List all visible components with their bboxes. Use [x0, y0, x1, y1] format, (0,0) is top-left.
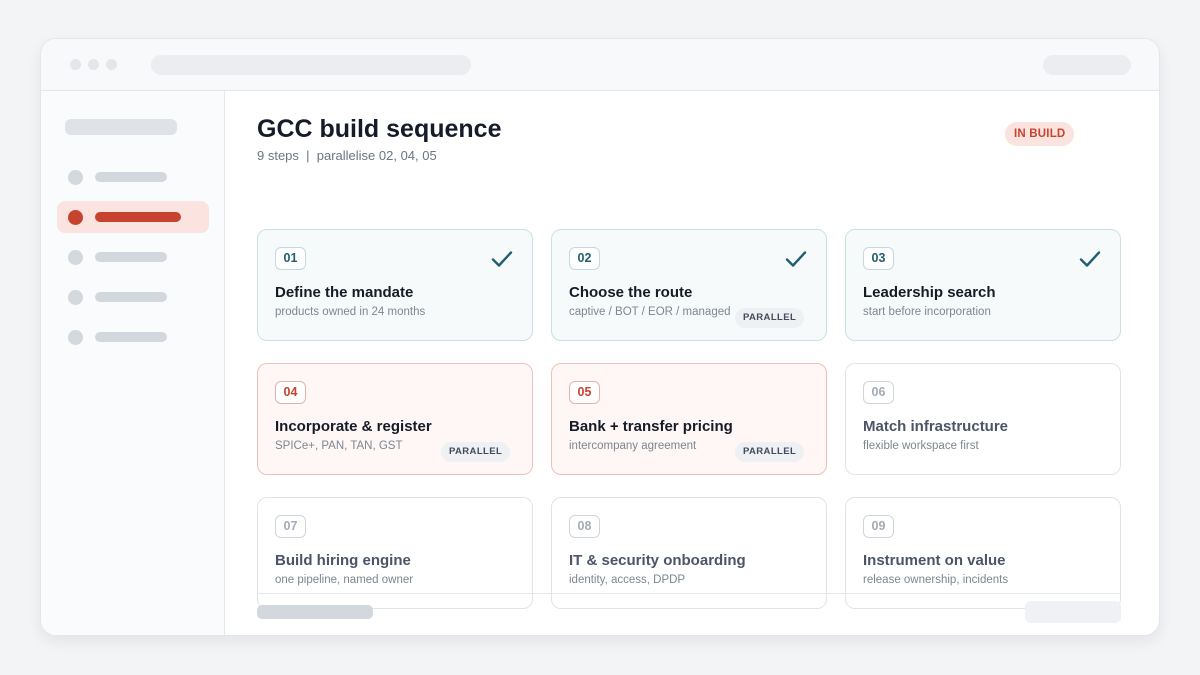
step-number: 02	[569, 247, 600, 270]
sidebar-item[interactable]	[57, 241, 209, 273]
sidebar-item-dot-icon	[68, 330, 83, 345]
step-description: one pipeline, named owner	[275, 574, 414, 586]
sidebar-item[interactable]	[57, 321, 209, 353]
page-title: GCC build sequence	[257, 115, 502, 143]
sidebar	[41, 91, 225, 635]
window-maximize-dot[interactable]	[106, 59, 117, 70]
step-card[interactable]: 04 Incorporate & register SPICe+, PAN, TAN…	[257, 363, 533, 475]
step-number: 01	[275, 247, 306, 270]
sidebar-item-dot-icon	[68, 170, 83, 185]
step-description: intercompany agreement	[569, 440, 697, 452]
step-description: flexible workspace first	[863, 440, 979, 452]
step-title: Match infrastructure	[863, 418, 1009, 435]
sidebar-item-dot-icon	[68, 210, 83, 225]
step-number: 08	[569, 515, 600, 538]
step-description: release ownership, incidents	[863, 574, 1009, 586]
sidebar-item-label-placeholder	[95, 252, 167, 262]
step-number: 07	[275, 515, 306, 538]
app-window: GCC build sequence 9 steps | parallelise…	[40, 38, 1160, 636]
parallel-badge: PARALLEL	[735, 442, 805, 462]
parallel-badge: PARALLEL	[735, 308, 805, 328]
title-bar-button[interactable]	[1043, 55, 1131, 75]
sidebar-item-dot-icon	[68, 250, 83, 265]
sidebar-item-dot-icon	[68, 290, 83, 305]
step-number: 09	[863, 515, 894, 538]
address-bar[interactable]	[151, 55, 471, 75]
sidebar-item[interactable]	[57, 281, 209, 313]
step-description: captive / BOT / EOR / managed	[569, 306, 731, 318]
sidebar-heading-placeholder	[65, 119, 177, 135]
footer-text-placeholder	[257, 605, 373, 619]
check-icon	[491, 251, 513, 267]
title-bar	[41, 39, 1159, 91]
window-close-dot[interactable]	[70, 59, 81, 70]
sidebar-item[interactable]	[57, 161, 209, 193]
sidebar-item-label-placeholder	[95, 172, 167, 182]
step-description: products owned in 24 months	[275, 306, 426, 318]
step-number: 05	[569, 381, 600, 404]
parallel-badge: PARALLEL	[441, 442, 511, 462]
check-icon	[785, 251, 807, 267]
step-title: Leadership search	[863, 284, 996, 301]
window-minimize-dot[interactable]	[88, 59, 99, 70]
page-subtitle: 9 steps | parallelise 02, 04, 05	[257, 148, 437, 163]
status-badge: IN BUILD	[1005, 122, 1075, 146]
sidebar-item-active[interactable]	[57, 201, 209, 233]
step-card[interactable]: 06 Match infrastructure flexible workspace…	[845, 363, 1121, 475]
step-number: 06	[863, 381, 894, 404]
step-card[interactable]: 01 Define the mandate products owned in 24…	[257, 229, 533, 341]
sidebar-item-label-placeholder	[95, 332, 167, 342]
step-title: Instrument on value	[863, 552, 1006, 569]
step-description: identity, access, DPDP	[569, 574, 686, 586]
step-description: start before incorporation	[863, 306, 991, 318]
step-title: Bank + transfer pricing	[569, 418, 733, 435]
step-title: Define the mandate	[275, 284, 414, 301]
step-description: SPICe+, PAN, TAN, GST	[275, 440, 403, 452]
step-number: 04	[275, 381, 306, 404]
step-title: IT & security onboarding	[569, 552, 746, 569]
sidebar-item-label-placeholder	[95, 292, 167, 302]
step-card[interactable]: 03 Leadership search start before incorpor…	[845, 229, 1121, 341]
footer-button[interactable]	[1025, 601, 1121, 623]
footer-divider	[257, 593, 1121, 594]
step-title: Incorporate & register	[275, 418, 432, 435]
step-title: Build hiring engine	[275, 552, 411, 569]
step-card[interactable]: 02 Choose the route captive / BOT / EOR / …	[551, 229, 827, 341]
check-icon	[1079, 251, 1101, 267]
step-number: 03	[863, 247, 894, 270]
step-card[interactable]: 05 Bank + transfer pricing intercompany ag…	[551, 363, 827, 475]
step-title: Choose the route	[569, 284, 693, 301]
main-content: GCC build sequence 9 steps | parallelise…	[225, 91, 1159, 635]
sidebar-item-label-placeholder	[95, 212, 181, 222]
